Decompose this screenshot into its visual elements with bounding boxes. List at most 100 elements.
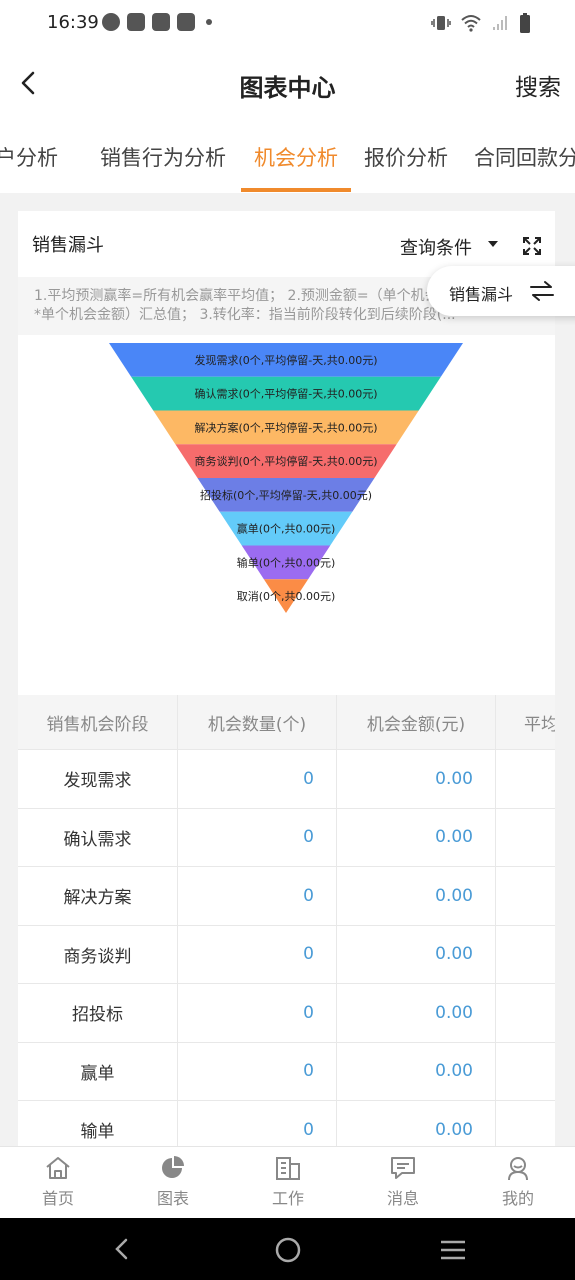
nav-work[interactable]: 工作 [248, 1155, 328, 1209]
stage-cell: 赢单 [18, 1042, 178, 1100]
nav-label: 工作 [271, 1189, 304, 1208]
nav-label: 首页 [41, 1189, 74, 1208]
sales-funnel-card: 销售漏斗 查询条件 1.平均预测赢率=所有机会赢率平均值； 2.预测金额=（单个… [18, 211, 555, 1151]
funnel-segment-label: 取消(0个,共0.00元) [237, 589, 336, 603]
count-cell: 0 [178, 1101, 337, 1151]
swap-icon [530, 281, 554, 301]
status-time: 16:39 [47, 12, 99, 33]
count-cell: 0 [178, 750, 337, 808]
pie-chart-icon [162, 1156, 184, 1178]
table-row: 招投标 0 0.00 [18, 984, 555, 1043]
message-notification-icon [127, 13, 145, 31]
count-cell: 0 [178, 1042, 337, 1100]
funnel-segment-label: 发现需求(0个,平均停留-天,共0.00元) [194, 353, 377, 367]
funnel-segment-label: 赢单(0个,共0.00元) [237, 522, 336, 536]
chart-switch-chip[interactable]: 销售漏斗 [427, 266, 575, 316]
chip-label: 销售漏斗 [449, 285, 514, 304]
query-conditions-button[interactable]: 查询条件 [400, 234, 472, 260]
table-row: 输单 0 0.00 [18, 1101, 555, 1151]
system-menu-icon[interactable] [439, 1238, 467, 1262]
avg-cell [496, 1043, 555, 1101]
funnel-segment-label: 解决方案(0个,平均停留-天,共0.00元) [194, 420, 377, 434]
column-header: 销售机会阶段 [18, 695, 178, 749]
card-title: 销售漏斗 [32, 235, 104, 256]
nav-label: 消息 [386, 1189, 419, 1208]
table-row: 商务谈判 0 0.00 [18, 925, 555, 984]
stage-cell: 输单 [18, 1101, 178, 1151]
nav-label: 我的 [501, 1189, 534, 1208]
funnel-segment-label: 商务谈判(0个,平均停留-天,共0.00元) [194, 454, 377, 468]
amount-cell: 0.00 [337, 984, 496, 1042]
app-notification-icon [102, 13, 120, 31]
page-title: 图表中心 [239, 74, 336, 102]
column-header: 平均 [496, 695, 555, 749]
avg-cell [496, 750, 555, 808]
stage-cell: 招投标 [18, 984, 178, 1042]
amount-cell: 0.00 [337, 808, 496, 866]
profile-icon [508, 1157, 528, 1181]
table-row: 发现需求 0 0.00 [18, 750, 555, 809]
table-row: 解决方案 0 0.00 [18, 867, 555, 926]
funnel-segment-label: 确认需求(0个,平均停留-天,共0.00元) [194, 387, 377, 401]
wifi-icon [461, 15, 481, 32]
column-header: 机会金额(元) [337, 695, 496, 749]
amount-cell: 0.00 [337, 925, 496, 983]
amount-cell: 0.00 [337, 750, 496, 808]
funnel-segment-label: 输单(0个,共0.00元) [237, 555, 336, 569]
avg-cell [496, 867, 555, 925]
stage-cell: 发现需求 [18, 750, 178, 808]
avg-cell [496, 984, 555, 1042]
fullscreen-icon[interactable] [523, 237, 541, 255]
message-notification-icon [152, 13, 170, 31]
nav-label: 图表 [156, 1189, 189, 1208]
notification-icons [102, 13, 212, 31]
nav-home[interactable]: 首页 [18, 1155, 98, 1209]
tab-contract-payment-analysis[interactable]: 合同回款分析 [474, 142, 575, 172]
amount-cell: 0.00 [337, 1101, 496, 1151]
caret-down-icon[interactable] [488, 241, 498, 247]
nav-messages[interactable]: 消息 [363, 1155, 443, 1209]
funnel-segment-label: 招投标(0个,平均停留-天,共0.00元) [200, 488, 372, 502]
message-icon [391, 1157, 415, 1179]
stage-cell: 确认需求 [18, 808, 178, 866]
table-row: 确认需求 0 0.00 [18, 808, 555, 867]
count-cell: 0 [178, 808, 337, 866]
count-cell: 0 [178, 984, 337, 1042]
column-header: 机会数量(个) [178, 695, 337, 749]
system-navigation-bar [0, 1218, 575, 1280]
sales-funnel-chart: 发现需求(0个,平均停留-天,共0.00元) 确认需求(0个,平均停留-天,共0.… [109, 343, 463, 613]
message-notification-icon [177, 13, 195, 31]
app-header: 图表中心 搜索 [0, 46, 575, 120]
avg-cell [496, 926, 555, 984]
more-notifications-icon [206, 19, 212, 25]
battery-icon [520, 13, 530, 33]
tab-customer-analysis[interactable]: 户分析 [0, 142, 77, 172]
amount-cell: 0.00 [337, 1042, 496, 1100]
signal-icon [493, 16, 507, 30]
stage-cell: 解决方案 [18, 867, 178, 925]
tab-sales-behavior-analysis[interactable]: 销售行为分析 [100, 142, 226, 172]
amount-cell: 0.00 [337, 867, 496, 925]
table-row: 赢单 0 0.00 [18, 1042, 555, 1101]
count-cell: 0 [178, 925, 337, 983]
vibrate-icon [431, 16, 451, 30]
search-button[interactable]: 搜索 [515, 68, 561, 102]
stage-cell: 商务谈判 [18, 925, 178, 983]
tab-quote-analysis[interactable]: 报价分析 [364, 142, 448, 172]
bottom-navigation: 首页 图表 工作 消息 我的 [0, 1146, 575, 1218]
nav-profile[interactable]: 我的 [478, 1155, 558, 1209]
table-header-row: 销售机会阶段 机会数量(个) 机会金额(元) 平均 [18, 695, 555, 750]
count-cell: 0 [178, 867, 337, 925]
category-tabs: 户分析 销售行为分析 机会分析 报价分析 合同回款分析 [0, 120, 575, 193]
work-icon [276, 1157, 300, 1180]
tab-opportunity-analysis[interactable]: 机会分析 [254, 142, 338, 172]
avg-cell [496, 1101, 555, 1151]
system-back-icon[interactable] [110, 1237, 134, 1261]
nav-charts[interactable]: 图表 [133, 1155, 213, 1209]
avg-cell [496, 809, 555, 867]
opportunity-stage-table: 销售机会阶段 机会数量(个) 机会金额(元) 平均 发现需求 0 0.00 确认… [18, 695, 555, 1151]
status-bar: 16:39 [0, 0, 575, 46]
system-home-icon[interactable] [274, 1236, 302, 1264]
active-tab-indicator [241, 188, 351, 192]
system-status-icons [431, 13, 531, 33]
